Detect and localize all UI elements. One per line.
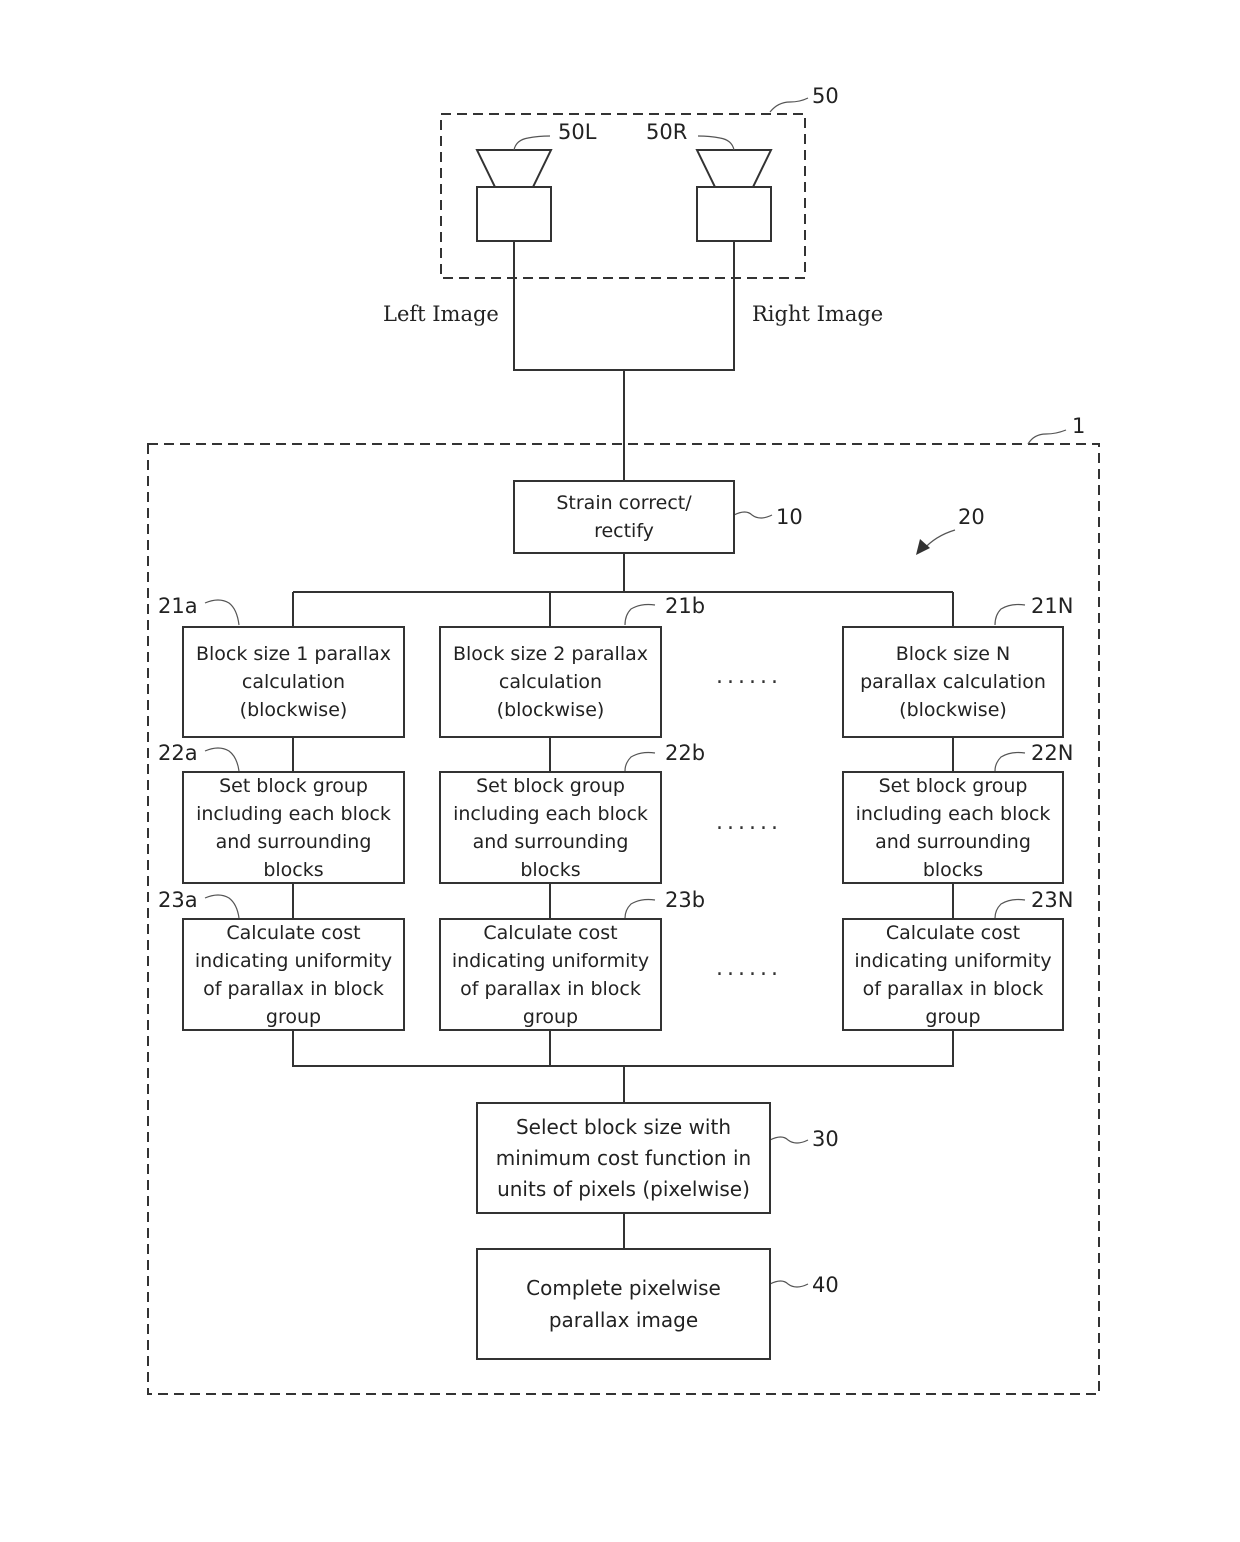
parallax-calc-box-n: Block size N parallax calculation (block… [842,626,1064,738]
cost-text-1: Calculate cost indicating uniformity of … [194,921,393,1028]
ref-complete: 40 [812,1273,839,1297]
leader-21b [624,603,656,626]
ref-parallax-a: 21a [158,594,198,618]
block-group-box-2: Set block group including each block and… [439,771,662,884]
leader-22a [204,747,240,772]
leader-23a [204,894,240,919]
ref-rectify: 10 [776,505,803,529]
block-group-box-n: Set block group including each block and… [842,771,1064,884]
leader-21a [204,599,240,626]
group-20-arrowhead-icon [916,539,930,555]
ref-group-a: 22a [158,741,198,765]
ref-device: 1 [1072,414,1086,438]
complete-parallax-text: Complete pixelwise parallax image [526,1276,721,1332]
complete-parallax-box: Complete pixelwise parallax image [476,1248,771,1360]
ref-camera-unit: 50 [812,84,839,108]
ref-select: 30 [812,1127,839,1151]
parallax-calc-box-2: Block size 2 parallax calculation (block… [439,626,662,738]
parallax-calc-text-2: Block size 2 parallax calculation (block… [452,643,649,721]
camera-unit-boundary [440,113,806,279]
branch-lines-top [292,553,954,627]
right-image-label: Right Image [752,302,884,326]
ref-right-camera: 50R [646,120,688,144]
leader-50L [513,135,551,151]
ref-left-camera: 50L [558,120,597,144]
ref-parallax-b: 21b [665,594,706,618]
select-block-size-text: Select block size with minimum cost func… [495,1114,752,1201]
ellipsis-row-2: ...... [716,810,782,835]
ref-group: 20 [958,505,985,529]
ref-group-n: 22N [1031,741,1074,765]
right-camera-body-icon [696,186,772,242]
leader-23N [994,898,1026,919]
leader-40 [769,1280,809,1288]
parallax-calc-text-1: Block size 1 parallax calculation (block… [195,643,392,721]
select-block-size-box: Select block size with minimum cost func… [476,1102,771,1214]
leader-30 [769,1136,809,1144]
ref-parallax-n: 21N [1031,594,1074,618]
leader-10 [733,511,773,519]
right-camera-lens-icon [695,149,773,188]
cost-box-n: Calculate cost indicating uniformity of … [842,918,1064,1031]
ref-cost-a: 23a [158,888,198,912]
cost-box-1: Calculate cost indicating uniformity of … [182,918,405,1031]
rectify-text: Strain correct/ rectify [556,492,692,542]
cost-box-2: Calculate cost indicating uniformity of … [439,918,662,1031]
block-group-box-1: Set block group including each block and… [182,771,405,884]
left-camera-body-icon [476,186,552,242]
ellipsis-row-1: ...... [716,664,782,689]
parallax-calc-box-1: Block size 1 parallax calculation (block… [182,626,405,738]
ellipsis-row-3: ...... [716,956,782,981]
ref-cost-b: 23b [665,888,706,912]
leader-23b [624,898,656,919]
ref-group-b: 22b [665,741,706,765]
left-camera-lens-icon [475,149,553,188]
leader-50R [697,135,735,151]
cost-text-2: Calculate cost indicating uniformity of … [451,921,650,1028]
leader-21N [994,603,1026,626]
leader-22N [994,751,1026,772]
leader-50 [769,97,809,113]
cost-text-n: Calculate cost indicating uniformity of … [854,921,1052,1028]
ref-cost-n: 23N [1031,888,1074,912]
parallax-calc-text-n: Block size N parallax calculation (block… [860,643,1046,721]
leader-1 [1027,429,1067,445]
left-image-label: Left Image [383,302,499,326]
block-group-text-n: Set block group including each block and… [855,774,1051,881]
block-group-text-2: Set block group including each block and… [453,774,648,881]
leader-22b [624,751,656,772]
block-group-text-1: Set block group including each block and… [196,774,391,881]
rectify-box: Strain correct/ rectify [513,480,735,554]
